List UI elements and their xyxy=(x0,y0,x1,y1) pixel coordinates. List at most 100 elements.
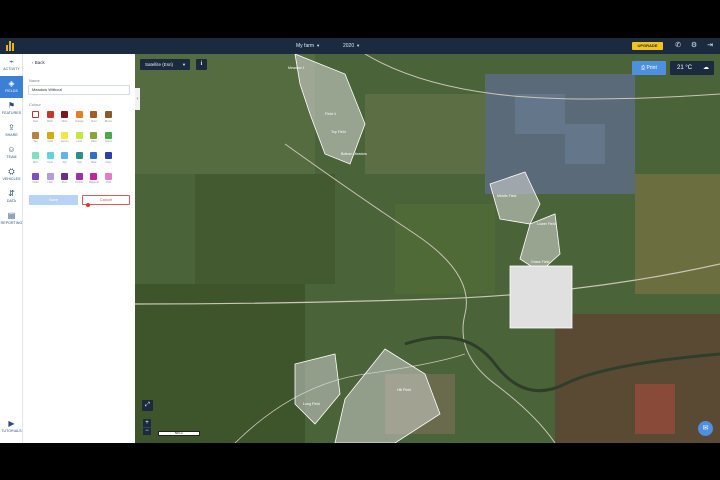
colour-swatch-purple[interactable] xyxy=(75,172,83,180)
rail-item-features[interactable]: ⚑ FEATURES xyxy=(0,98,23,120)
colour-swatch-orange[interactable] xyxy=(75,111,83,118)
satellite-map[interactable]: Meadow 1 Field 4 Top Field Bottom Meadow… xyxy=(135,54,720,443)
logout-icon[interactable]: ⇥ xyxy=(705,41,715,51)
colour-swatch-label: Green xyxy=(104,140,113,143)
colour-swatch-lime[interactable] xyxy=(75,131,83,139)
colour-swatch-blue[interactable] xyxy=(90,152,98,159)
year-selector[interactable]: 2020 ▼ xyxy=(343,41,360,51)
map-layer-label: Satellite (Esri) xyxy=(145,62,174,67)
colour-swatch-red[interactable] xyxy=(32,111,39,118)
colour-swatch-label: Mint xyxy=(33,160,38,164)
print-label: Print xyxy=(646,65,657,71)
colour-swatch-cyan[interactable] xyxy=(46,152,54,159)
colour-swatch-lemon[interactable] xyxy=(61,131,69,139)
side-rail: ⌁ ACTIVITY ◈ FIELDS ⚑ FEATURES ⇪ SHARE ☺ TEAM ⛭ VEH… xyxy=(0,54,23,443)
tutorials-icon: ▶ xyxy=(8,419,15,428)
app-logo-icon[interactable] xyxy=(6,41,16,51)
collapse-panel-button[interactable]: ‹ xyxy=(135,88,140,110)
map-layer-selector[interactable]: Satellite (Esri) ▼ xyxy=(140,59,190,70)
rail-item-label: REPORTING xyxy=(0,221,23,225)
colour-swatch-label: Teal xyxy=(76,160,82,164)
colour-swatch-label: Pink xyxy=(105,181,112,184)
back-button[interactable]: ‹ Back xyxy=(32,59,45,67)
colour-swatch-label: Violet xyxy=(32,181,39,184)
colour-swatch-label: Blue xyxy=(91,160,97,164)
field-label: Lower Field xyxy=(537,222,556,226)
colour-swatch-label: Brick xyxy=(47,119,53,123)
field-label: Long Field xyxy=(303,402,320,406)
fields-icon: ◈ xyxy=(8,79,15,88)
phone-icon[interactable]: ✆ xyxy=(673,41,683,51)
data-icon: ⇵ xyxy=(8,189,15,198)
colour-swatch-label: Rust xyxy=(91,119,97,123)
colour-swatch-label: Purple xyxy=(75,181,84,184)
rail-item-share[interactable]: ⇪ SHARE xyxy=(0,120,23,142)
rail-item-label: TUTORIALS xyxy=(1,429,22,433)
colour-swatch-wine[interactable] xyxy=(61,111,69,118)
colour-swatch-label: Brown xyxy=(104,119,113,123)
activity-icon: ⌁ xyxy=(9,57,14,66)
vehicles-icon: ⛭ xyxy=(8,167,15,176)
colour-swatch-label: Gold xyxy=(47,140,53,143)
app-window: My farm ▼ 2020 ▼ UPGRADE ✆ ⚙ ⇥ ⌁ ACTIVITY ◈ F… xyxy=(0,0,720,480)
rail-item-activity[interactable]: ⌁ ACTIVITY xyxy=(0,54,23,76)
rail-item-team[interactable]: ☺ TEAM xyxy=(0,142,23,164)
colour-swatch-magenta[interactable] xyxy=(90,172,98,180)
save-button[interactable]: Save xyxy=(29,195,78,205)
colour-swatch-label: Sky xyxy=(62,160,67,164)
rail-item-label: ACTIVITY xyxy=(3,67,20,71)
zoom-in-button[interactable]: + xyxy=(143,419,151,427)
map-scale-bar: 500 m xyxy=(158,431,200,436)
colour-swatch-label: Lilac xyxy=(47,181,53,184)
back-label: Back xyxy=(34,60,45,65)
colour-swatch-rust[interactable] xyxy=(90,111,98,118)
info-icon[interactable]: i xyxy=(196,59,207,70)
colour-swatch-label: Wine xyxy=(61,119,68,123)
colour-swatch-pink[interactable] xyxy=(105,172,112,180)
rail-item-vehicles[interactable]: ⛭ VEHICLES xyxy=(0,164,23,186)
fullscreen-icon[interactable]: ⤢ xyxy=(142,400,153,411)
colour-swatch-green[interactable] xyxy=(105,131,112,139)
colour-swatch-sky[interactable] xyxy=(61,152,69,159)
rail-item-label: DATA xyxy=(6,199,17,203)
colour-label: Colour xyxy=(29,102,41,107)
temperature-value: 21 °C xyxy=(677,65,693,71)
rail-item-label: VEHICLES xyxy=(2,177,21,181)
chevron-down-icon: ▼ xyxy=(356,43,361,48)
rail-item-label: TEAM xyxy=(6,155,17,159)
chevron-down-icon: ▼ xyxy=(182,62,186,67)
colour-swatch-teal[interactable] xyxy=(75,152,83,159)
weather-widget[interactable]: 21 °C ☁ xyxy=(670,61,714,75)
upgrade-button[interactable]: UPGRADE xyxy=(632,42,663,50)
colour-swatch-violet[interactable] xyxy=(32,172,39,180)
name-input[interactable]: Meadow Without xyxy=(28,85,130,95)
edit-field-panel: ‹ Back Name Meadow Without Colour Red Bri… xyxy=(23,54,135,443)
rail-item-label: FEATURES xyxy=(1,111,22,115)
zoom-out-button[interactable]: − xyxy=(143,427,151,435)
colour-swatch-brown[interactable] xyxy=(105,111,112,118)
chat-icon[interactable]: ✉ xyxy=(698,421,713,436)
weather-icon: ☁ xyxy=(703,65,709,71)
farm-name: My farm xyxy=(296,43,315,49)
rail-item-tutorials[interactable]: ▶ TUTORIALS xyxy=(0,416,23,438)
top-bar: My farm ▼ 2020 ▼ UPGRADE ✆ ⚙ ⇥ xyxy=(0,38,720,54)
settings-icon[interactable]: ⚙ xyxy=(689,41,699,51)
colour-swatch-navy[interactable] xyxy=(105,152,112,159)
farm-selector[interactable]: My farm ▼ xyxy=(296,41,320,51)
colour-swatch-label: Lemon xyxy=(60,140,69,143)
rail-item-reporting[interactable]: ▤ REPORTING xyxy=(0,208,23,230)
colour-swatch-plum[interactable] xyxy=(61,172,69,180)
colour-swatch-mint[interactable] xyxy=(32,152,39,159)
colour-swatch-brick[interactable] xyxy=(46,111,54,118)
colour-swatch-lilac[interactable] xyxy=(46,172,54,180)
print-button[interactable]: ⎙ Print xyxy=(632,61,666,75)
year-value: 2020 xyxy=(343,43,355,49)
colour-swatch-gold[interactable] xyxy=(46,131,54,139)
colour-swatch-tan[interactable] xyxy=(32,131,39,139)
rail-item-fields[interactable]: ◈ FIELDS xyxy=(0,76,23,98)
rail-item-data[interactable]: ⇵ DATA xyxy=(0,186,23,208)
colour-swatch-olive[interactable] xyxy=(90,131,98,139)
colour-swatch-label: Red xyxy=(33,119,38,123)
colour-swatch-label: Orange xyxy=(74,119,84,123)
share-icon: ⇪ xyxy=(8,123,15,132)
